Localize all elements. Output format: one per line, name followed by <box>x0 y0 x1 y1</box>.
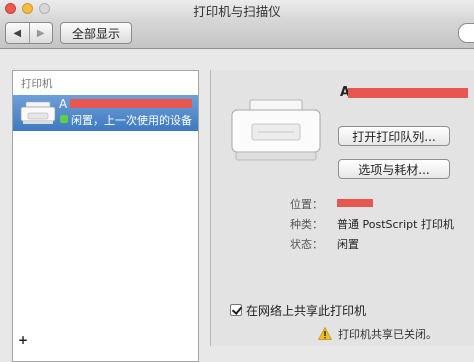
navigation-segmented-control: ◀ ▶ <box>5 22 53 44</box>
share-printer-checkbox[interactable] <box>230 304 242 316</box>
share-printer-label[interactable]: 在网络上共享此打印机 <box>246 302 366 319</box>
add-printer-button[interactable]: + <box>12 334 34 346</box>
idle-status-icon <box>60 115 68 123</box>
options-and-supplies-button[interactable]: 选项与耗材... <box>338 159 450 179</box>
kind-value: 普通 PostScript 打印机 <box>337 218 454 231</box>
printer-item-name: A <box>59 97 68 111</box>
redaction-bar <box>348 88 468 98</box>
toolbar: ◀ ▶ 全部显示 <box>0 18 474 49</box>
printer-icon <box>20 101 56 124</box>
forward-button[interactable]: ▶ <box>28 23 53 43</box>
printer-list: 打印机 A 闲置，上一次使用的设备 <box>12 70 199 362</box>
location-label: 位置： <box>290 198 323 211</box>
title-bar: 打印机与扫描仪 <box>0 0 474 19</box>
show-all-button[interactable]: 全部显示 <box>60 22 132 44</box>
printer-list-item[interactable]: A 闲置，上一次使用的设备 <box>13 95 198 131</box>
kind-label: 种类： <box>290 218 323 231</box>
back-button[interactable]: ◀ <box>6 23 29 43</box>
printer-item-status: 闲置，上一次使用的设备 <box>71 114 192 127</box>
redaction-bar <box>70 99 192 108</box>
search-input[interactable] <box>458 23 474 43</box>
redaction-bar <box>337 199 373 207</box>
status-label: 状态： <box>290 238 323 251</box>
status-value: 闲置 <box>337 238 359 251</box>
printer-list-header: 打印机 <box>21 78 53 90</box>
open-print-queue-button[interactable]: 打开打印队列... <box>338 126 450 146</box>
warning-icon <box>318 327 332 340</box>
printer-icon <box>231 99 321 161</box>
sharing-warning-text: 打印机共享已关闭。 <box>338 328 437 341</box>
